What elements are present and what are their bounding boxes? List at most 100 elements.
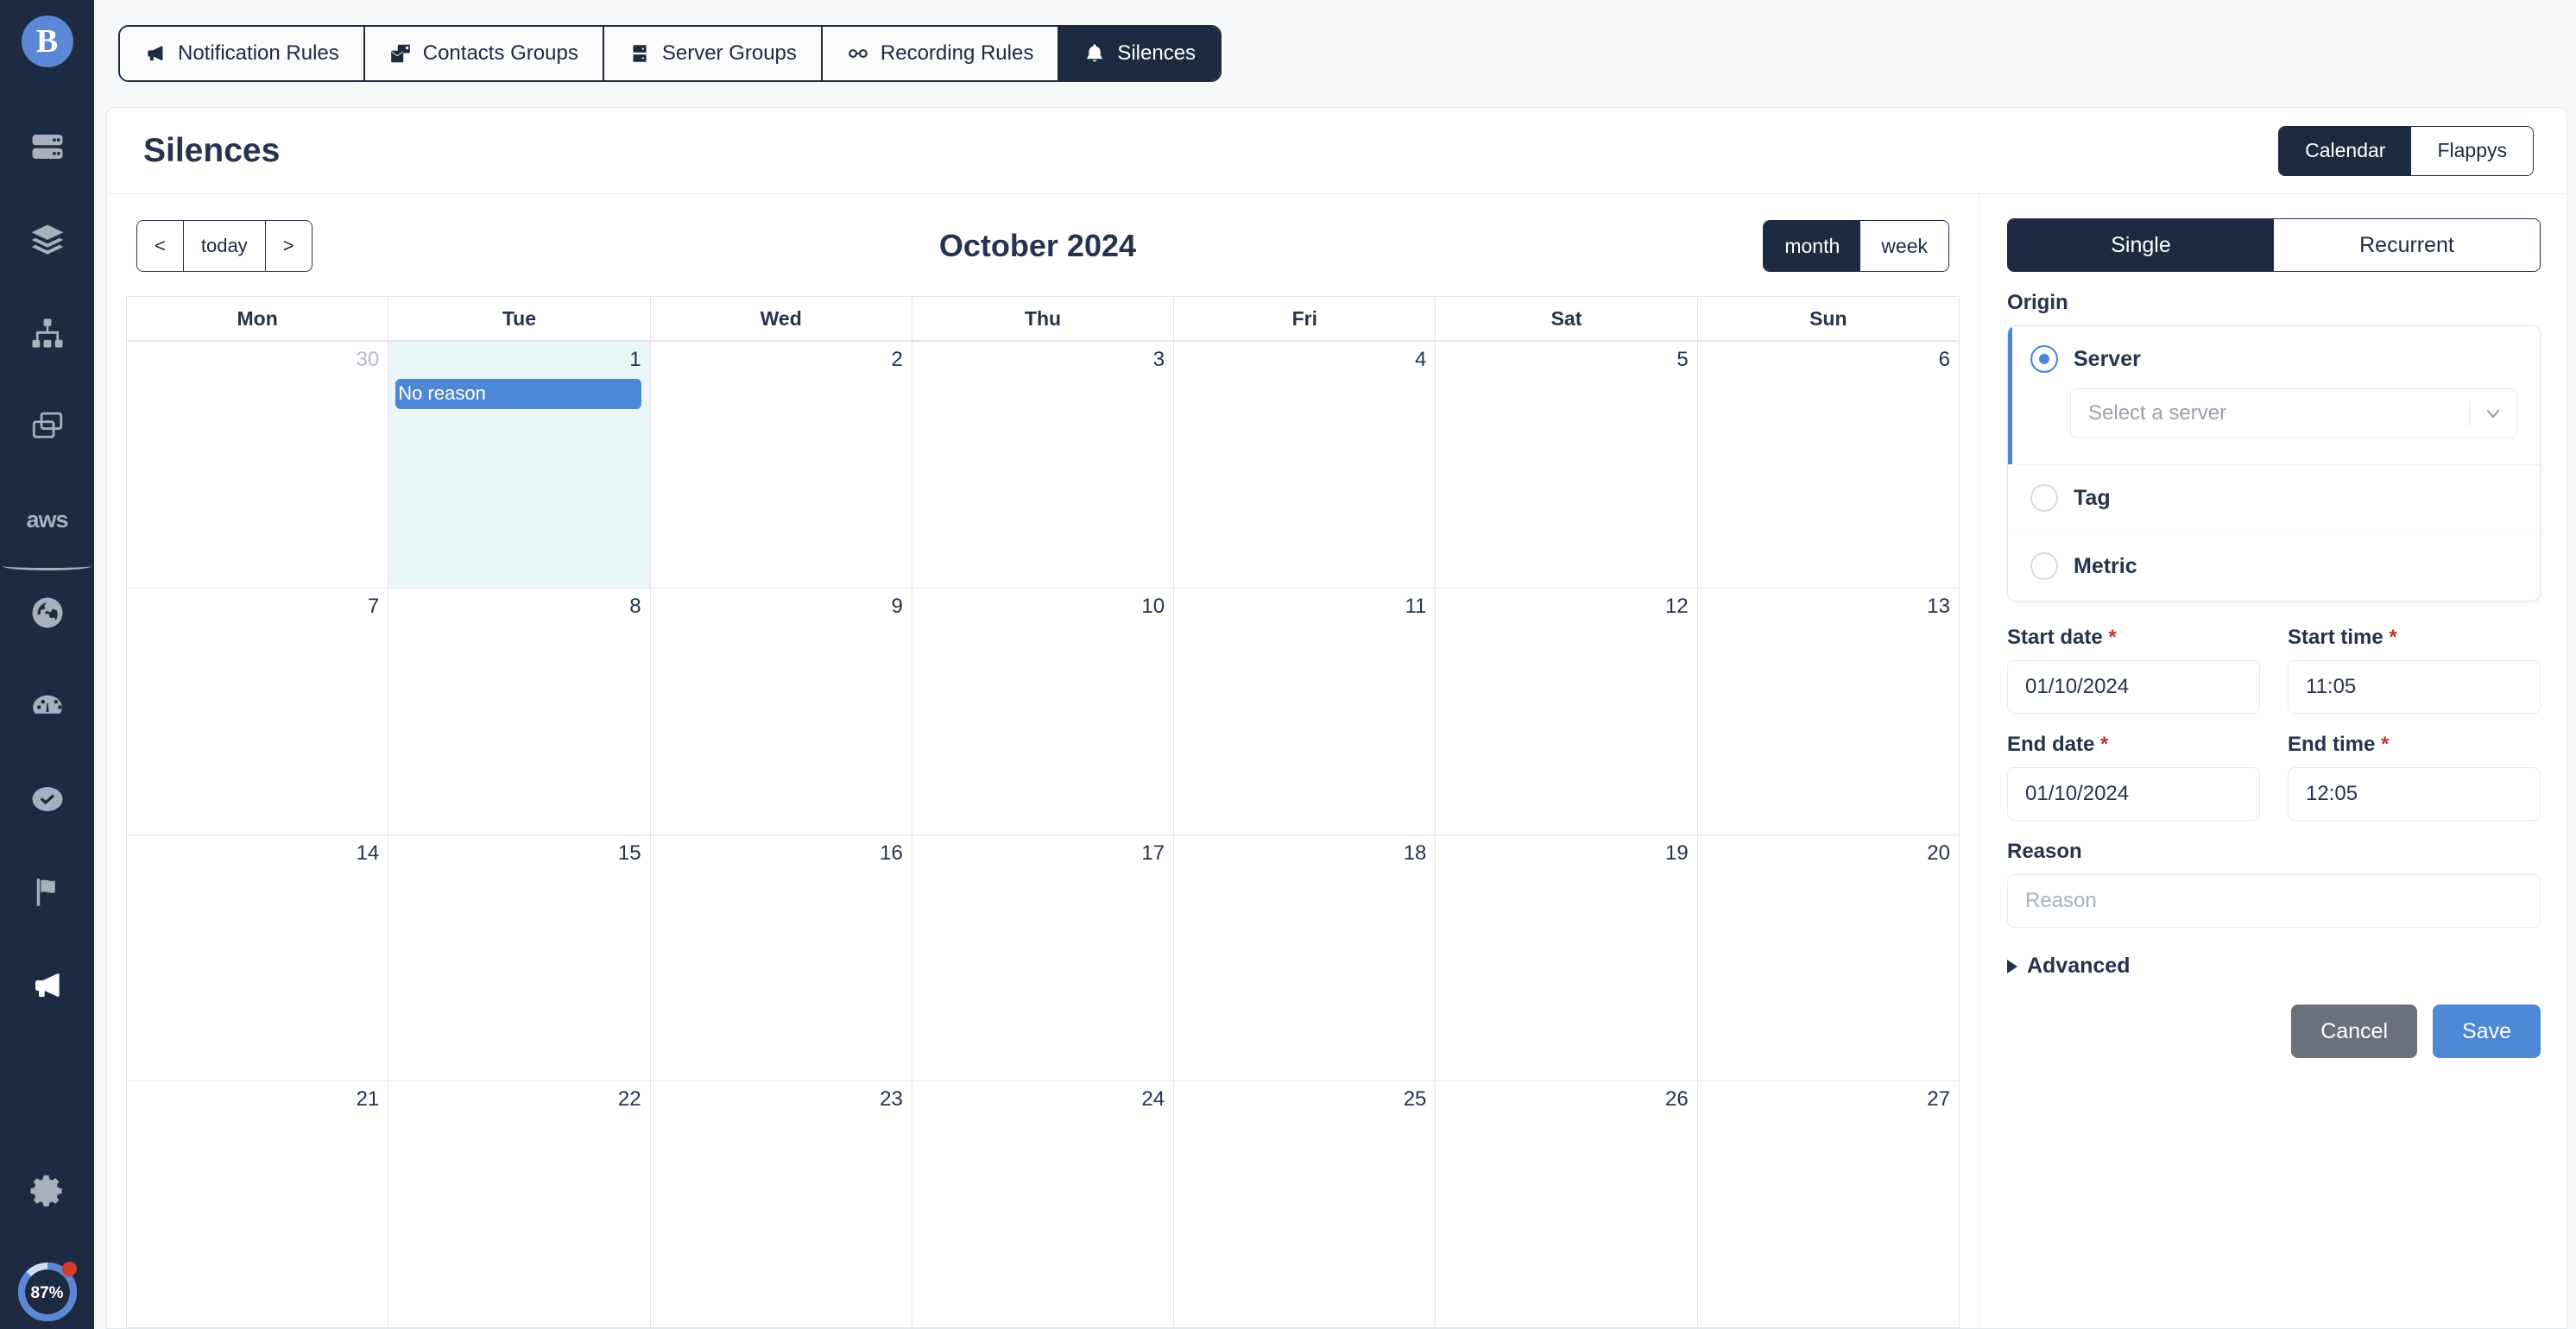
calendar-day-cell[interactable]: 13 <box>1697 588 1960 835</box>
origin-option-tag[interactable]: Tag <box>2008 465 2540 533</box>
day-number: 19 <box>1664 841 1689 865</box>
advanced-label: Advanced <box>2027 954 2131 978</box>
mode-toggle-single[interactable]: Single <box>2008 219 2274 271</box>
calendar-day-cell[interactable]: 6 <box>1697 342 1960 589</box>
page-title: Silences <box>143 131 281 169</box>
day-number: 15 <box>617 841 641 865</box>
sidebar-item-aws[interactable]: aws <box>0 473 94 570</box>
sidebar-item-layers[interactable] <box>0 193 94 287</box>
tab-notification-rules[interactable]: Notification Rules <box>120 27 365 80</box>
calendar-week-row: 30 1 No reason 2 3 4 5 6 <box>127 342 1960 589</box>
advanced-toggle[interactable]: Advanced <box>2007 954 2541 979</box>
tab-contacts-groups[interactable]: Contacts Groups <box>364 27 604 80</box>
glasses-icon <box>847 42 869 65</box>
sidebar-item-clone[interactable] <box>0 380 94 473</box>
origin-option-metric[interactable]: Metric <box>2008 533 2540 601</box>
calendar-day-cell[interactable]: 26 <box>1436 1081 1698 1328</box>
tab-label: Silences <box>1117 41 1196 65</box>
megaphone-icon <box>29 967 66 1004</box>
prev-month-button[interactable]: < <box>137 221 184 271</box>
view-toggle: Calendar Flappys <box>2278 125 2534 176</box>
calendar-day-cell[interactable]: 14 <box>127 835 389 1082</box>
calendar-day-cell[interactable]: 3 <box>912 342 1175 589</box>
quota-indicator[interactable]: 87% <box>16 1260 79 1324</box>
sidebar-item-settings[interactable] <box>0 1144 94 1238</box>
calendar-view-month[interactable]: month <box>1764 221 1861 271</box>
start-time-input[interactable]: 11:05 <box>2288 660 2541 714</box>
sidebar-item-checks[interactable] <box>0 753 94 846</box>
calendar-day-cell[interactable]: 5 <box>1436 342 1698 589</box>
calendar-day-cell[interactable]: 25 <box>1174 1081 1436 1328</box>
origin-option-server-line: Server <box>2030 345 2517 373</box>
end-date-input[interactable]: 01/10/2024 <box>2007 767 2260 821</box>
contacts-icon <box>389 42 412 65</box>
end-time-input[interactable]: 12:05 <box>2288 767 2541 821</box>
day-number: 21 <box>356 1087 380 1112</box>
radio-tag[interactable] <box>2030 484 2058 512</box>
sidebar-item-flag[interactable] <box>0 846 94 939</box>
tab-label: Contacts Groups <box>422 41 578 65</box>
calendar-day-cell[interactable]: 24 <box>912 1081 1175 1328</box>
calendar-day-cell[interactable]: 27 <box>1697 1081 1960 1328</box>
calendar-day-cell[interactable]: 18 <box>1174 835 1436 1082</box>
calendar-day-cell[interactable]: 12 <box>1436 588 1698 835</box>
calendar-day-cell[interactable]: 9 <box>650 588 912 835</box>
calendar-day-cell[interactable]: 20 <box>1697 835 1960 1082</box>
calendar-day-cell[interactable]: 21 <box>127 1081 389 1328</box>
cancel-button[interactable]: Cancel <box>2291 1005 2418 1058</box>
origin-label: Origin <box>2007 291 2068 314</box>
calendar-day-cell[interactable]: 4 <box>1174 342 1436 589</box>
day-header: Wed <box>650 297 912 342</box>
calendar-day-cell[interactable]: 11 <box>1174 588 1436 835</box>
sidebar-item-megaphone[interactable] <box>0 939 94 1032</box>
day-number: 26 <box>1664 1087 1689 1112</box>
tab-server-groups[interactable]: Server Groups <box>603 27 823 80</box>
radio-server[interactable] <box>2030 345 2058 373</box>
calendar-day-cell[interactable]: 22 <box>388 1081 651 1328</box>
sidebar-item-servers[interactable] <box>0 100 94 193</box>
calendar-day-cell[interactable]: 23 <box>650 1081 912 1328</box>
calendar-day-cell[interactable]: 7 <box>127 588 389 835</box>
calendar-day-cell[interactable]: 30 <box>127 342 389 589</box>
calendar-day-headers: Mon Tue Wed Thu Fri Sat Sun <box>127 297 1960 342</box>
end-time-field: End time * 12:05 <box>2288 733 2541 821</box>
start-date-input[interactable]: 01/10/2024 <box>2007 660 2260 714</box>
calendar-day-cell[interactable]: 1 No reason <box>388 342 651 589</box>
calendar-day-cell[interactable]: 8 <box>388 588 651 835</box>
calendar-week-row: 21 22 23 24 25 26 27 <box>127 1081 1960 1328</box>
next-month-button[interactable]: > <box>265 221 312 271</box>
sidebar-item-gauge[interactable] <box>0 659 94 753</box>
calendar-event[interactable]: No reason <box>395 379 641 409</box>
flag-icon <box>29 874 66 910</box>
view-toggle-calendar[interactable]: Calendar <box>2279 126 2412 175</box>
calendar-day-cell[interactable]: 15 <box>388 835 651 1082</box>
tab-silences[interactable]: Silences <box>1059 27 1221 80</box>
day-number: 16 <box>880 841 903 865</box>
gear-icon <box>28 1172 66 1210</box>
calendar-view-week[interactable]: week <box>1860 221 1948 271</box>
radio-metric[interactable] <box>2030 552 2058 580</box>
end-date-label: End date * <box>2007 733 2260 757</box>
view-toggle-flappys[interactable]: Flappys <box>2411 126 2533 175</box>
start-date-label: Start date * <box>2007 626 2260 650</box>
calendar-day-cell[interactable]: 19 <box>1436 835 1698 1082</box>
reason-input[interactable]: Reason <box>2007 874 2541 928</box>
server-select[interactable]: Select a server <box>2070 388 2517 438</box>
calendar-day-cell[interactable]: 2 <box>650 342 912 589</box>
calendar-day-cell[interactable]: 10 <box>912 588 1175 835</box>
save-button[interactable]: Save <box>2433 1005 2541 1058</box>
origin-option-server[interactable]: Server Select a server <box>2008 326 2540 465</box>
calendar-day-cell[interactable]: 16 <box>650 835 912 1082</box>
tab-recording-rules[interactable]: Recording Rules <box>822 27 1060 80</box>
end-date-label-text: End date <box>2007 733 2095 756</box>
chevron-down-icon[interactable] <box>2470 403 2516 424</box>
required-marker: * <box>2100 733 2109 756</box>
today-button[interactable]: today <box>183 221 266 271</box>
server-select-placeholder: Select a server <box>2088 401 2227 425</box>
day-number: 5 <box>1676 348 1689 371</box>
brand-logo[interactable]: B <box>21 16 73 67</box>
mode-toggle-recurrent[interactable]: Recurrent <box>2274 219 2540 271</box>
sidebar-item-sitemap[interactable] <box>0 287 94 380</box>
calendar-day-cell[interactable]: 17 <box>912 835 1175 1082</box>
sidebar-item-globe[interactable] <box>0 566 94 659</box>
